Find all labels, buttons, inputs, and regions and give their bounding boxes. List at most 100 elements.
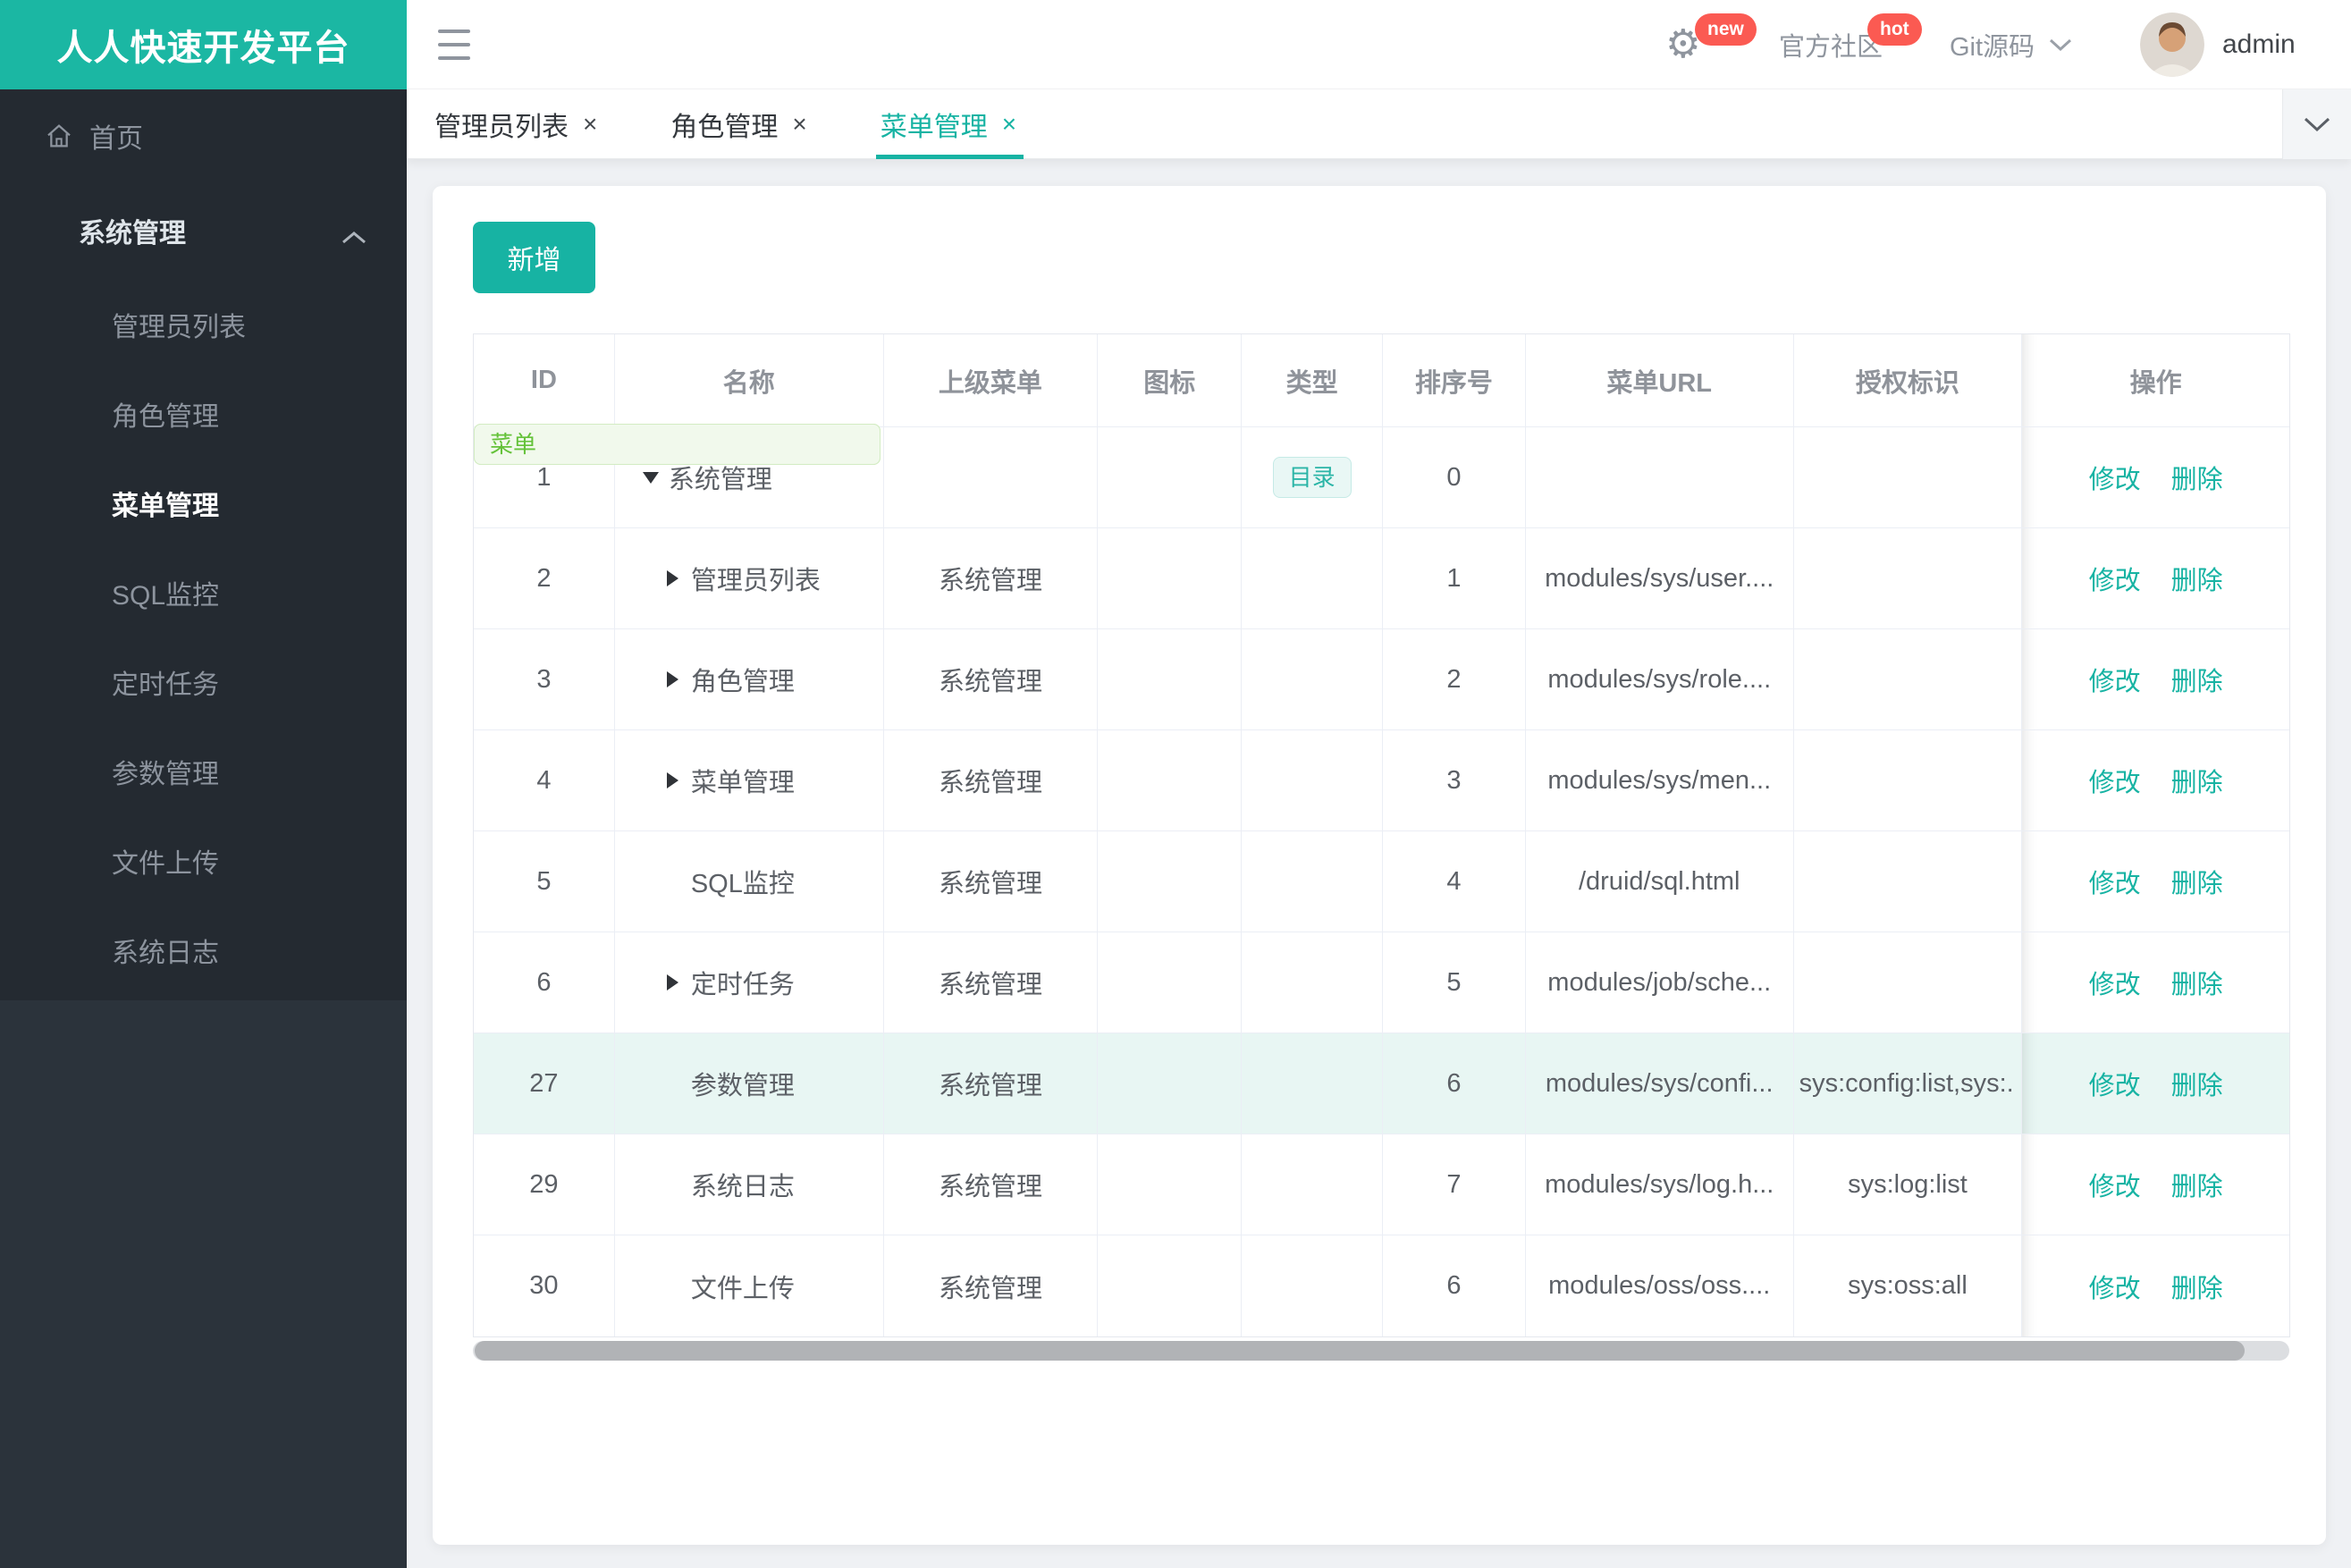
horizontal-scrollbar-thumb[interactable]	[475, 1341, 2245, 1361]
menu-toggle-icon[interactable]	[438, 30, 470, 60]
cell-url: modules/job/sche...	[1526, 932, 1794, 1033]
sidebar-item-参数管理[interactable]: 参数管理	[0, 727, 407, 816]
tabs: 管理员列表 × 角色管理 × 菜单管理 ×	[407, 89, 2351, 159]
sidebar-item-定时任务[interactable]: 定时任务	[0, 637, 407, 727]
cell-url: modules/oss/oss....	[1526, 1235, 1794, 1336]
sidebar-item-home[interactable]: 首页	[0, 89, 407, 181]
edit-link[interactable]: 修改	[2089, 560, 2141, 597]
table-row: 5SQL监控系统管理菜单4/druid/sql.html修改删除	[474, 424, 2289, 932]
column-header-上级菜单: 上级菜单	[884, 334, 1099, 426]
tab-管理员列表[interactable]: 管理员列表 ×	[434, 89, 597, 159]
tree-expand-icon[interactable]	[639, 466, 662, 489]
menu-name-text: SQL监控	[690, 870, 795, 898]
tab-label: 菜单管理	[880, 113, 988, 142]
settings-button[interactable]: ⚙	[1665, 0, 1700, 89]
table-row: 3角色管理系统管理菜单2modules/sys/role....修改删除	[474, 424, 2289, 730]
delete-link[interactable]: 删除	[2171, 661, 2223, 698]
tab-角色管理[interactable]: 角色管理 ×	[670, 89, 806, 159]
cell-name: 管理员列表	[615, 528, 884, 628]
delete-link[interactable]: 删除	[2171, 1268, 2223, 1305]
sidebar-item-角色管理[interactable]: 角色管理	[0, 369, 407, 459]
cell-icon	[1098, 427, 1243, 527]
git-source-link[interactable]: Git源码	[1950, 0, 2035, 89]
action-links: 修改 删除	[2089, 863, 2223, 900]
sidebar-submenu: 管理员列表角色管理菜单管理 SQL监控定时任务参数管理文件上传系统日志	[0, 280, 407, 995]
community-link[interactable]: 官方社区	[1779, 0, 1883, 89]
delete-link[interactable]: 删除	[2171, 863, 2223, 900]
sidebar-item-文件上传[interactable]: 文件上传	[0, 816, 407, 906]
cell-permission	[1794, 730, 2023, 830]
cell-parent-menu: 系统管理	[884, 1134, 1099, 1235]
triangle-right-icon	[667, 570, 679, 586]
edit-link[interactable]: 修改	[2089, 1065, 2141, 1102]
edit-link[interactable]: 修改	[2089, 1268, 2141, 1305]
delete-link[interactable]: 删除	[2171, 1166, 2223, 1203]
cell-type: 菜单	[474, 424, 1384, 628]
hot-badge: hot	[1867, 13, 1922, 46]
edit-link[interactable]: 修改	[2089, 863, 2141, 900]
sidebar-group-system[interactable]: 系统管理	[0, 181, 407, 280]
edit-link[interactable]: 修改	[2089, 459, 2141, 496]
cell-name: 定时任务	[615, 932, 884, 1033]
chevron-down-icon[interactable]	[2048, 0, 2073, 89]
app-logo[interactable]: 人人快速开发平台	[0, 0, 407, 89]
avatar[interactable]	[2140, 13, 2204, 77]
edit-link[interactable]: 修改	[2089, 762, 2141, 799]
cell-url: /druid/sql.html	[1526, 831, 1794, 932]
cell-parent-menu: 系统管理	[884, 629, 1099, 729]
cell-permission	[1794, 932, 2023, 1033]
sidebar-item-SQL监控[interactable]: SQL监控	[0, 548, 407, 637]
tree-expand-icon	[661, 870, 685, 893]
cell-id: 30	[474, 1235, 615, 1336]
edit-link[interactable]: 修改	[2089, 1166, 2141, 1203]
tree-expand-icon[interactable]	[661, 971, 685, 994]
sidebar-item-管理员列表[interactable]: 管理员列表	[0, 280, 407, 369]
close-icon[interactable]: ×	[1002, 110, 1016, 139]
action-links: 修改 删除	[2089, 661, 2223, 698]
cell-url: modules/sys/confi...	[1526, 1033, 1794, 1134]
delete-link[interactable]: 删除	[2171, 459, 2223, 496]
user-menu[interactable]: admin	[2222, 0, 2296, 89]
tree-expand-icon[interactable]	[661, 567, 685, 590]
tab-菜单管理[interactable]: 菜单管理 ×	[875, 89, 1024, 159]
add-button[interactable]: 新增	[473, 222, 595, 293]
cell-permission	[1794, 831, 2023, 932]
delete-link[interactable]: 删除	[2171, 762, 2223, 799]
sidebar-item-label: 文件上传	[112, 849, 219, 879]
delete-link[interactable]: 删除	[2171, 1065, 2223, 1102]
sidebar-item-label: 定时任务	[112, 670, 219, 700]
cell-url	[1526, 427, 1794, 527]
delete-link[interactable]: 删除	[2171, 560, 2223, 597]
sidebar: 人人快速开发平台 首页 系统管理 管理员列表角色管理菜单管理 SQL监控定时任务参…	[0, 0, 407, 1568]
cell-id: 3	[474, 629, 615, 729]
close-icon[interactable]: ×	[583, 110, 597, 139]
cell-id: 2	[474, 528, 615, 628]
cell-type: 菜单	[474, 424, 1384, 729]
sidebar-item-label: 角色管理	[112, 402, 219, 432]
triangle-right-icon	[667, 671, 679, 687]
cell-type: 目录	[1242, 427, 1384, 527]
delete-link[interactable]: 删除	[2171, 964, 2223, 1001]
triangle-right-icon	[667, 974, 679, 991]
column-header-菜单URL: 菜单URL	[1526, 334, 1794, 426]
chevron-up-icon[interactable]	[341, 223, 367, 253]
sidebar-item-菜单管理[interactable]: 菜单管理	[0, 459, 407, 548]
cell-type: 菜单	[474, 424, 1384, 1134]
tree-expand-icon[interactable]	[661, 769, 685, 792]
horizontal-scrollbar[interactable]	[473, 1341, 2289, 1361]
edit-link[interactable]: 修改	[2089, 661, 2141, 698]
content-card: 新增 ID 名称 上级菜单 图标 类型 排序号 菜单URL 授权标识 操作 1 系统管理 目录 0 修改…	[433, 186, 2326, 1545]
tab-overflow-button[interactable]	[2282, 89, 2351, 159]
column-header-授权标识: 授权标识	[1794, 334, 2023, 426]
cell-order: 4	[1383, 831, 1526, 932]
tab-label: 角色管理	[670, 113, 779, 142]
close-icon[interactable]: ×	[792, 110, 806, 139]
action-links: 修改 删除	[2089, 459, 2223, 496]
cell-actions: 修改 删除	[2022, 730, 2289, 830]
edit-link[interactable]: 修改	[2089, 964, 2141, 1001]
cell-icon	[1098, 932, 1243, 1033]
cell-name: 参数管理	[615, 1033, 884, 1134]
tree-expand-icon[interactable]	[661, 668, 685, 691]
sidebar-item-系统日志[interactable]: 系统日志	[0, 906, 407, 995]
menu-name-text: 文件上传	[690, 1274, 795, 1303]
